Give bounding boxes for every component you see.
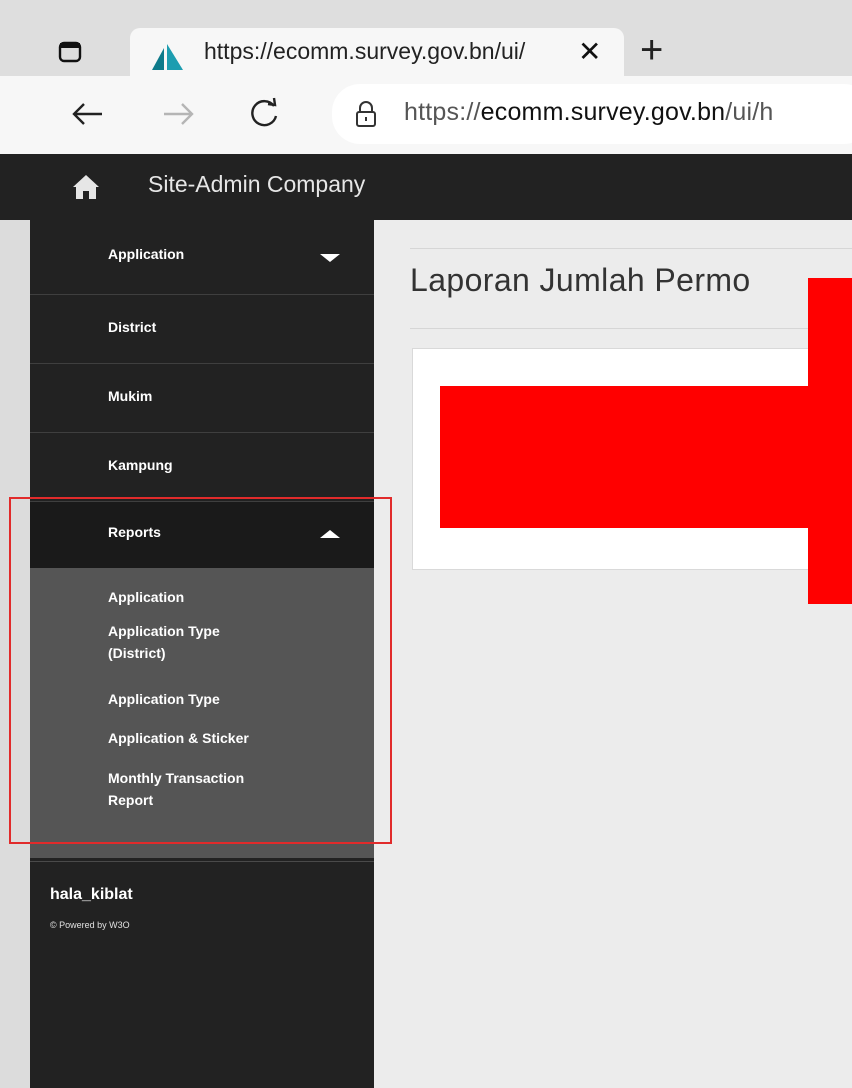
app-top-bar: Site-Admin Company — [0, 154, 852, 220]
address-bar[interactable]: https://ecomm.survey.gov.bn/ui/h — [332, 84, 852, 144]
tab-actions-icon[interactable] — [58, 41, 82, 63]
back-arrow-icon[interactable] — [64, 90, 112, 138]
divider — [410, 328, 852, 329]
main-content: Laporan Jumlah Permo — [374, 220, 852, 1088]
tab-title: https://ecomm.survey.gov.bn/ui/ — [204, 38, 526, 64]
browser-tab-strip: https://ecomm.survey.gov.bn/ui/ ✕ + — [0, 0, 852, 80]
powered-by: © Powered by W3O — [50, 920, 130, 930]
sidebar-item-label: Mukim — [108, 388, 153, 404]
sidebar-item-label: Kampung — [108, 457, 173, 473]
sidebar-item-label: District — [108, 319, 157, 335]
sidebar-item-kampung[interactable]: Kampung — [30, 433, 374, 502]
sidebar-item-district[interactable]: District — [30, 295, 374, 364]
new-tab-icon[interactable]: + — [640, 28, 663, 72]
sidebar-item-label: Application — [108, 246, 185, 262]
site-favicon-icon — [152, 44, 183, 70]
caret-down-icon — [320, 254, 340, 262]
highlight-box — [9, 497, 392, 844]
sidebar-item-mukim[interactable]: Mukim — [30, 364, 374, 433]
username: hala_kiblat — [50, 886, 133, 903]
sidebar-item-application[interactable]: Application — [30, 220, 374, 295]
sidebar-divider — [30, 861, 374, 862]
browser-toolbar: https://ecomm.survey.gov.bn/ui/h — [0, 76, 852, 154]
refresh-icon[interactable] — [240, 90, 288, 138]
browser-tab[interactable]: https://ecomm.survey.gov.bn/ui/ ✕ — [130, 28, 624, 80]
forward-arrow-icon[interactable] — [154, 90, 202, 138]
home-icon[interactable] — [72, 174, 100, 200]
lock-icon[interactable] — [354, 100, 378, 128]
app-brand[interactable]: Site-Admin Company — [148, 171, 365, 198]
tab-close-icon[interactable]: ✕ — [578, 34, 601, 70]
divider — [410, 248, 852, 249]
content-panel — [412, 348, 852, 570]
url-text: https://ecomm.survey.gov.bn/ui/h — [404, 98, 774, 126]
page-title: Laporan Jumlah Permo — [410, 262, 751, 298]
